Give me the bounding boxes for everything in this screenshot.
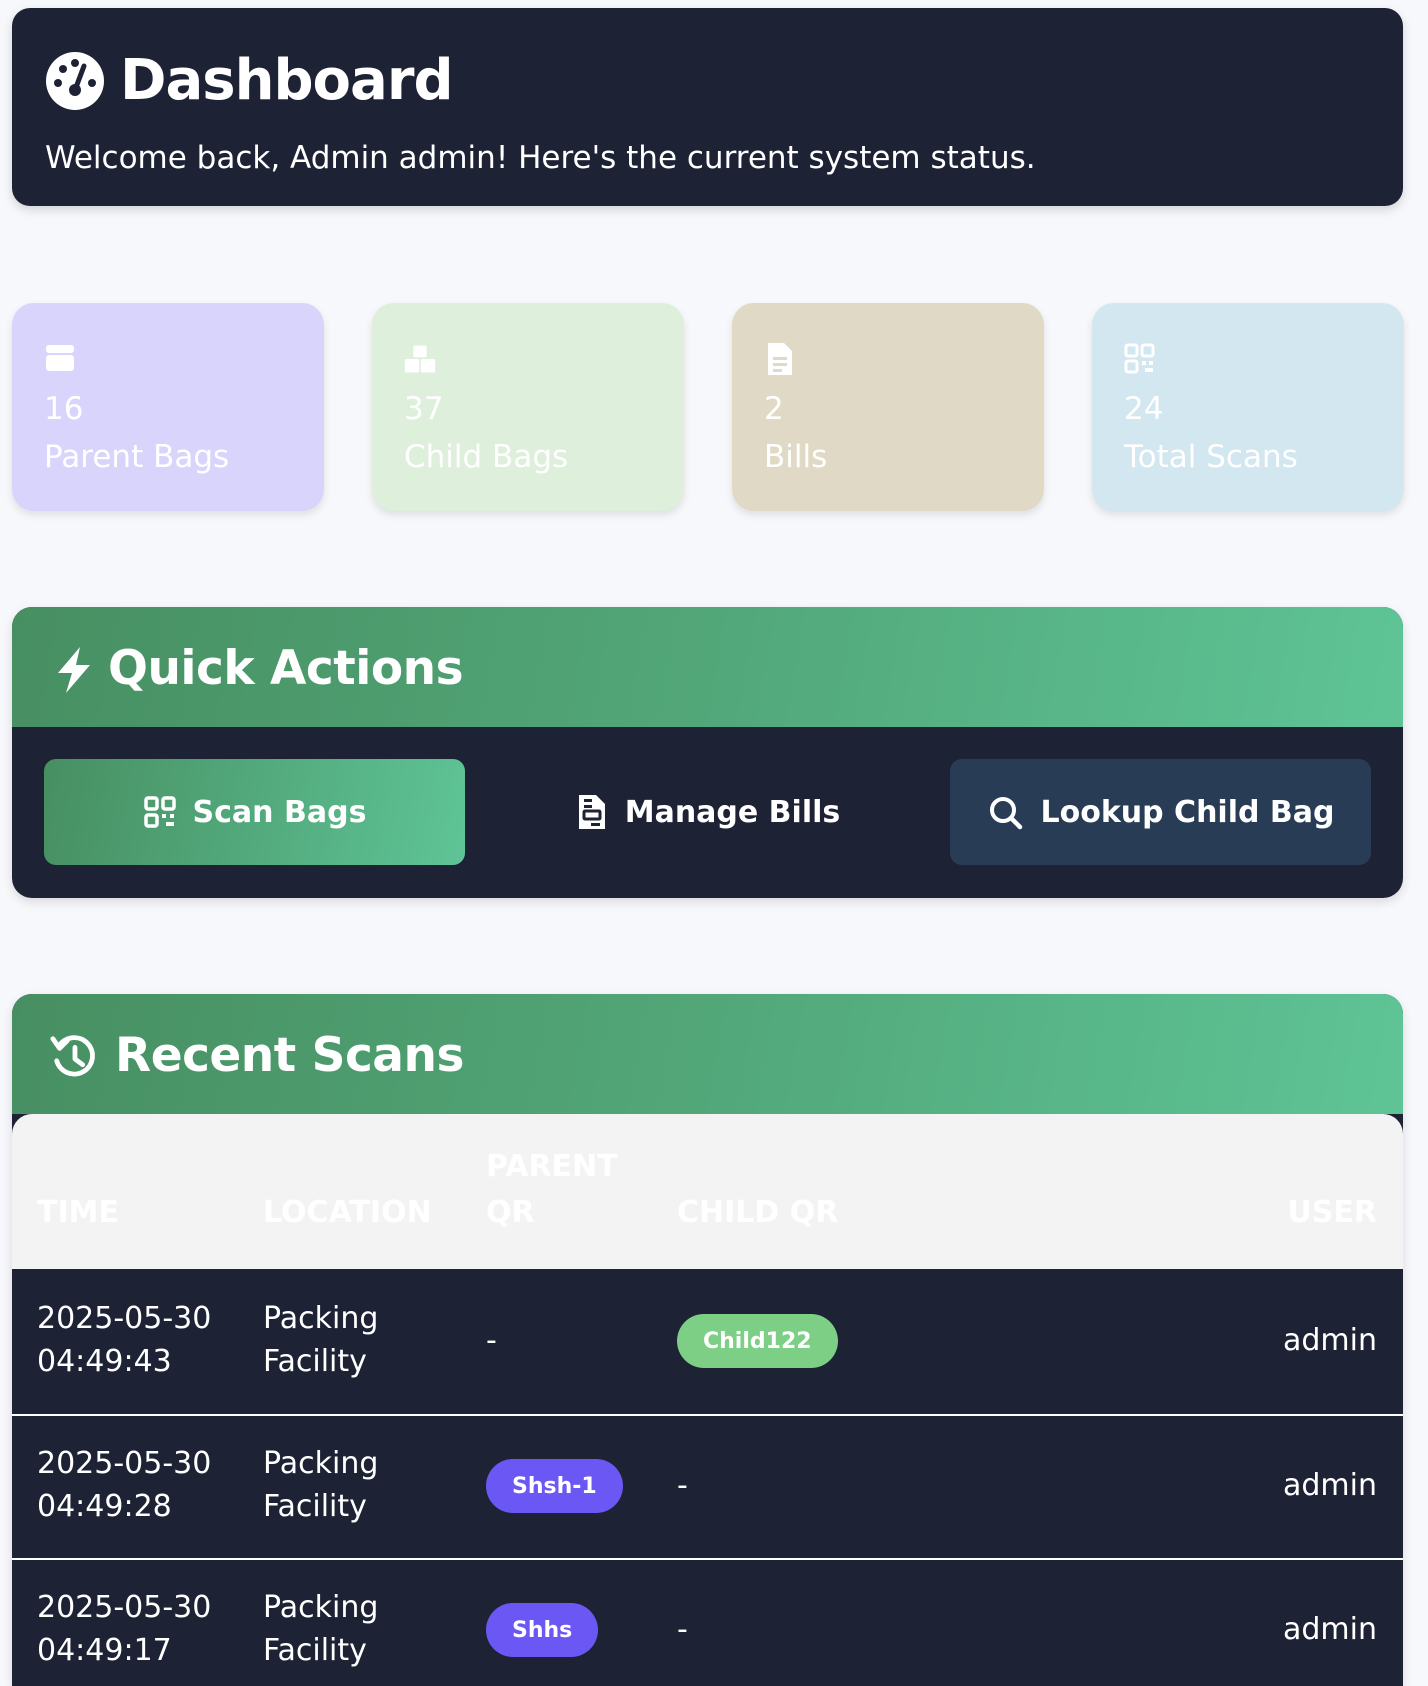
scan-time: 04:49:17 [37,1633,172,1668]
welcome-message: Welcome back, Admin admin! Here's the cu… [45,140,1036,176]
scan-time: 04:49:43 [37,1344,172,1379]
scan-location: Packing [263,1590,379,1625]
column-user[interactable]: User [1287,1190,1377,1236]
qrcode-icon [1124,343,1155,374]
history-icon [50,1035,95,1077]
scan-date: 2025-05-30 [37,1590,212,1625]
stat-value: 24 [1124,391,1164,427]
parent-qr-empty: - [486,1323,497,1358]
manage-bills-button[interactable]: Manage Bills [497,759,918,865]
stat-card-bills: 2 Bills [732,303,1044,511]
scan-user: admin [1283,1468,1377,1503]
quick-actions-header: Quick Actions [12,607,1403,727]
gauge-icon [46,51,104,110]
scan-time: 04:49:28 [37,1489,172,1524]
quick-actions-title: Quick Actions [108,641,464,696]
table-row[interactable]: 2025-05-30 04:49:17 Packing Facility Shh… [12,1558,1403,1686]
scan-location: Packing [263,1301,379,1336]
scan-location: Facility [263,1489,367,1524]
recent-scans-title: Recent Scans [115,1028,464,1083]
stat-card-total-scans: 24 Total Scans [1092,303,1404,511]
parent-qr-badge[interactable]: Shsh-1 [486,1459,623,1513]
recent-scans-panel: Recent Scans Time Location Parent QR Chi… [12,994,1403,1686]
scan-user: admin [1283,1612,1377,1647]
scan-location: Facility [263,1633,367,1668]
table-row[interactable]: 2025-05-30 04:49:28 Packing Facility Shs… [12,1414,1403,1558]
lookup-child-bag-button[interactable]: Lookup Child Bag [950,759,1371,865]
column-location[interactable]: Location [263,1190,432,1236]
stat-label: Bills [764,439,828,475]
table-header: Time Location Parent QR Child QR User [12,1114,1403,1269]
quick-actions-panel: Quick Actions Scan Bags Manage Bills Loo… [12,607,1403,898]
scan-location: Facility [263,1344,367,1379]
scan-location: Packing [263,1446,379,1481]
dashboard-header: Dashboard Welcome back, Admin admin! Her… [12,8,1403,206]
bolt-icon [58,647,90,693]
scan-date: 2025-05-30 [37,1446,212,1481]
child-qr-empty: - [677,1612,688,1647]
invoice-icon [578,795,605,829]
column-parent-qr-line2[interactable]: QR [486,1190,535,1236]
scan-bags-label: Scan Bags [192,794,367,830]
stat-value: 16 [44,391,84,427]
stat-label: Total Scans [1124,439,1298,475]
stat-value: 2 [764,391,784,427]
column-child-qr[interactable]: Child QR [677,1190,838,1236]
invoice-icon [768,343,792,375]
scan-user: admin [1283,1323,1377,1358]
manage-bills-label: Manage Bills [624,794,841,830]
parent-qr-badge[interactable]: Shhs [486,1603,599,1657]
recent-scans-header: Recent Scans [12,994,1403,1114]
stat-card-child-bags: 37 Child Bags [372,303,684,511]
qrcode-icon [143,796,176,828]
box-icon [46,345,74,371]
stat-card-parent-bags: 16 Parent Bags [12,303,324,511]
child-qr-badge[interactable]: Child122 [677,1314,838,1368]
scan-date: 2025-05-30 [37,1301,212,1336]
scan-bags-button[interactable]: Scan Bags [44,759,465,865]
lookup-child-bag-label: Lookup Child Bag [1040,794,1335,830]
page-title: Dashboard [120,48,454,113]
column-parent-qr-line1[interactable]: Parent [486,1144,618,1190]
child-qr-empty: - [677,1468,688,1503]
table-row[interactable]: 2025-05-30 04:49:43 Packing Facility - C… [12,1269,1403,1414]
stat-label: Parent Bags [44,439,230,475]
boxes-icon [404,345,436,373]
stat-label: Child Bags [404,439,569,475]
title-row: Dashboard [44,48,454,113]
column-time[interactable]: Time [37,1190,119,1236]
stat-value: 37 [404,391,444,427]
search-icon [990,797,1023,830]
